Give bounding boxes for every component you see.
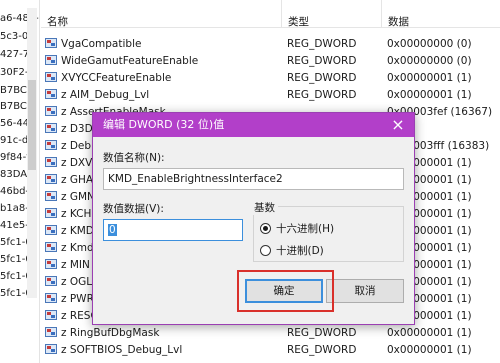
value-name-cell: z SOFTBIOS_Debug_Lvl (45, 342, 277, 359)
registry-binary-value-icon (45, 38, 57, 48)
value-name-text: z PWR (61, 293, 94, 305)
value-data-input[interactable]: 0 (103, 219, 243, 241)
registry-binary-value-icon (45, 327, 57, 337)
value-type-cell: REG_DWORD (287, 344, 357, 356)
registry-binary-value-icon (45, 55, 57, 65)
value-name-text: z D3D (61, 123, 93, 135)
value-name-text: VgaCompatible (61, 38, 142, 50)
value-type-cell: REG_DWORD (287, 72, 357, 84)
registry-binary-value-icon (45, 208, 57, 218)
column-header-data[interactable]: 数据 (381, 0, 500, 28)
dialog-title-bar[interactable]: 编辑 DWORD (32 位)值 × (93, 113, 414, 137)
table-row[interactable]: z SOFTBIOS_Debug_Lvl REG_DWORD 0x00000001 … (41, 342, 500, 359)
value-name-cell: VgaCompatible (45, 36, 277, 53)
registry-binary-value-icon (45, 89, 57, 99)
table-row[interactable]: z AIM_Debug_Lvl REG_DWORD 0x00000001 (1) (41, 87, 500, 104)
value-name-field: KMD_EnableBrightnessInterface2 (103, 168, 404, 190)
value-name-label: 数值名称(N): (103, 152, 165, 164)
list-header: 名称 类型 数据 (41, 0, 500, 28)
registry-binary-value-icon (45, 293, 57, 303)
value-type-cell: REG_DWORD (287, 89, 357, 101)
value-data-label: 数值数据(V): (103, 203, 164, 215)
value-name-text: z GHA (61, 174, 94, 186)
radio-hex-label: 十六进制(H) (276, 223, 335, 235)
column-header-type[interactable]: 类型 (281, 0, 381, 28)
value-name-cell: z RingBufDbgMask (45, 325, 277, 342)
column-header-name[interactable]: 名称 (41, 0, 281, 28)
value-name-text: WideGamutFeatureEnable (61, 55, 199, 67)
close-icon[interactable]: × (388, 115, 408, 135)
value-data-cell: 0x00000001 (1) (387, 327, 472, 339)
value-name-text: z DXV (61, 157, 93, 169)
registry-binary-value-icon (45, 72, 57, 82)
table-row[interactable]: VgaCompatible REG_DWORD 0x00000000 (0) (41, 36, 500, 53)
value-data-cell: 0x00000001 (1) (387, 72, 472, 84)
registry-binary-value-icon (45, 106, 57, 116)
registry-binary-value-icon (45, 276, 57, 286)
value-name-text: z SOFTBIOS_Debug_Lvl (61, 344, 183, 356)
table-row[interactable]: z RingBufDbgMask REG_DWORD 0x00000001 (1) (41, 325, 500, 342)
radio-unselected-icon[interactable] (260, 245, 271, 256)
value-name-text: z AIM_Debug_Lvl (61, 89, 150, 101)
registry-binary-value-icon (45, 310, 57, 320)
value-name-cell: WideGamutFeatureEnable (45, 53, 277, 70)
radio-dec-option[interactable]: 十进制(D) (260, 243, 324, 259)
value-type-cell: REG_DWORD (287, 327, 357, 339)
value-data-cell: 0x00000000 (0) (387, 55, 472, 67)
registry-binary-value-icon (45, 123, 57, 133)
registry-binary-value-icon (45, 157, 57, 167)
value-name-text: z Deb (61, 140, 92, 152)
highlight-annotation-box (237, 270, 334, 312)
table-row[interactable]: XVYCCFeatureEnable REG_DWORD 0x00000001 (1… (41, 70, 500, 87)
registry-tree-pane[interactable]: a6-488-b 5c3-0 427-76 30F2- B7BC- B7BC- … (0, 0, 40, 363)
value-data-text: 0 (108, 224, 117, 236)
value-name-text: z KMD (61, 225, 94, 237)
cancel-button[interactable]: 取消 (326, 279, 404, 303)
value-name-cell: z AIM_Debug_Lvl (45, 87, 277, 104)
registry-binary-value-icon (45, 191, 57, 201)
registry-binary-value-icon (45, 344, 57, 354)
value-name-text: z GMN (61, 191, 95, 203)
value-name-text: z OGL (61, 276, 93, 288)
value-data-cell: 0x00000000 (0) (387, 38, 472, 50)
radio-dec-label: 十进制(D) (276, 245, 324, 257)
value-name-cell: XVYCCFeatureEnable (45, 70, 277, 87)
radio-selected-icon[interactable] (260, 223, 271, 234)
value-name-text: z MIN (61, 259, 90, 271)
registry-binary-value-icon (45, 174, 57, 184)
value-data-cell: 0x00000001 (1) (387, 344, 472, 356)
value-name-text: z RingBufDbgMask (61, 327, 160, 339)
base-label: 基数 (251, 200, 278, 215)
registry-binary-value-icon (45, 225, 57, 235)
registry-binary-value-icon (45, 259, 57, 269)
value-type-cell: REG_DWORD (287, 55, 357, 67)
tree-scrollbar-thumb[interactable] (28, 80, 36, 170)
table-row[interactable]: WideGamutFeatureEnable REG_DWORD 0x0000000… (41, 53, 500, 70)
value-type-cell: REG_DWORD (287, 38, 357, 50)
registry-binary-value-icon (45, 242, 57, 252)
value-name-text: z KCH (61, 208, 92, 220)
registry-binary-value-icon (45, 140, 57, 150)
value-data-cell: 0x00000001 (1) (387, 89, 472, 101)
value-name-text: XVYCCFeatureEnable (61, 72, 172, 84)
radio-hex-option[interactable]: 十六进制(H) (260, 221, 334, 237)
dialog-title: 编辑 DWORD (32 位)值 (103, 118, 225, 131)
value-name-text: z Kmd (61, 242, 94, 254)
